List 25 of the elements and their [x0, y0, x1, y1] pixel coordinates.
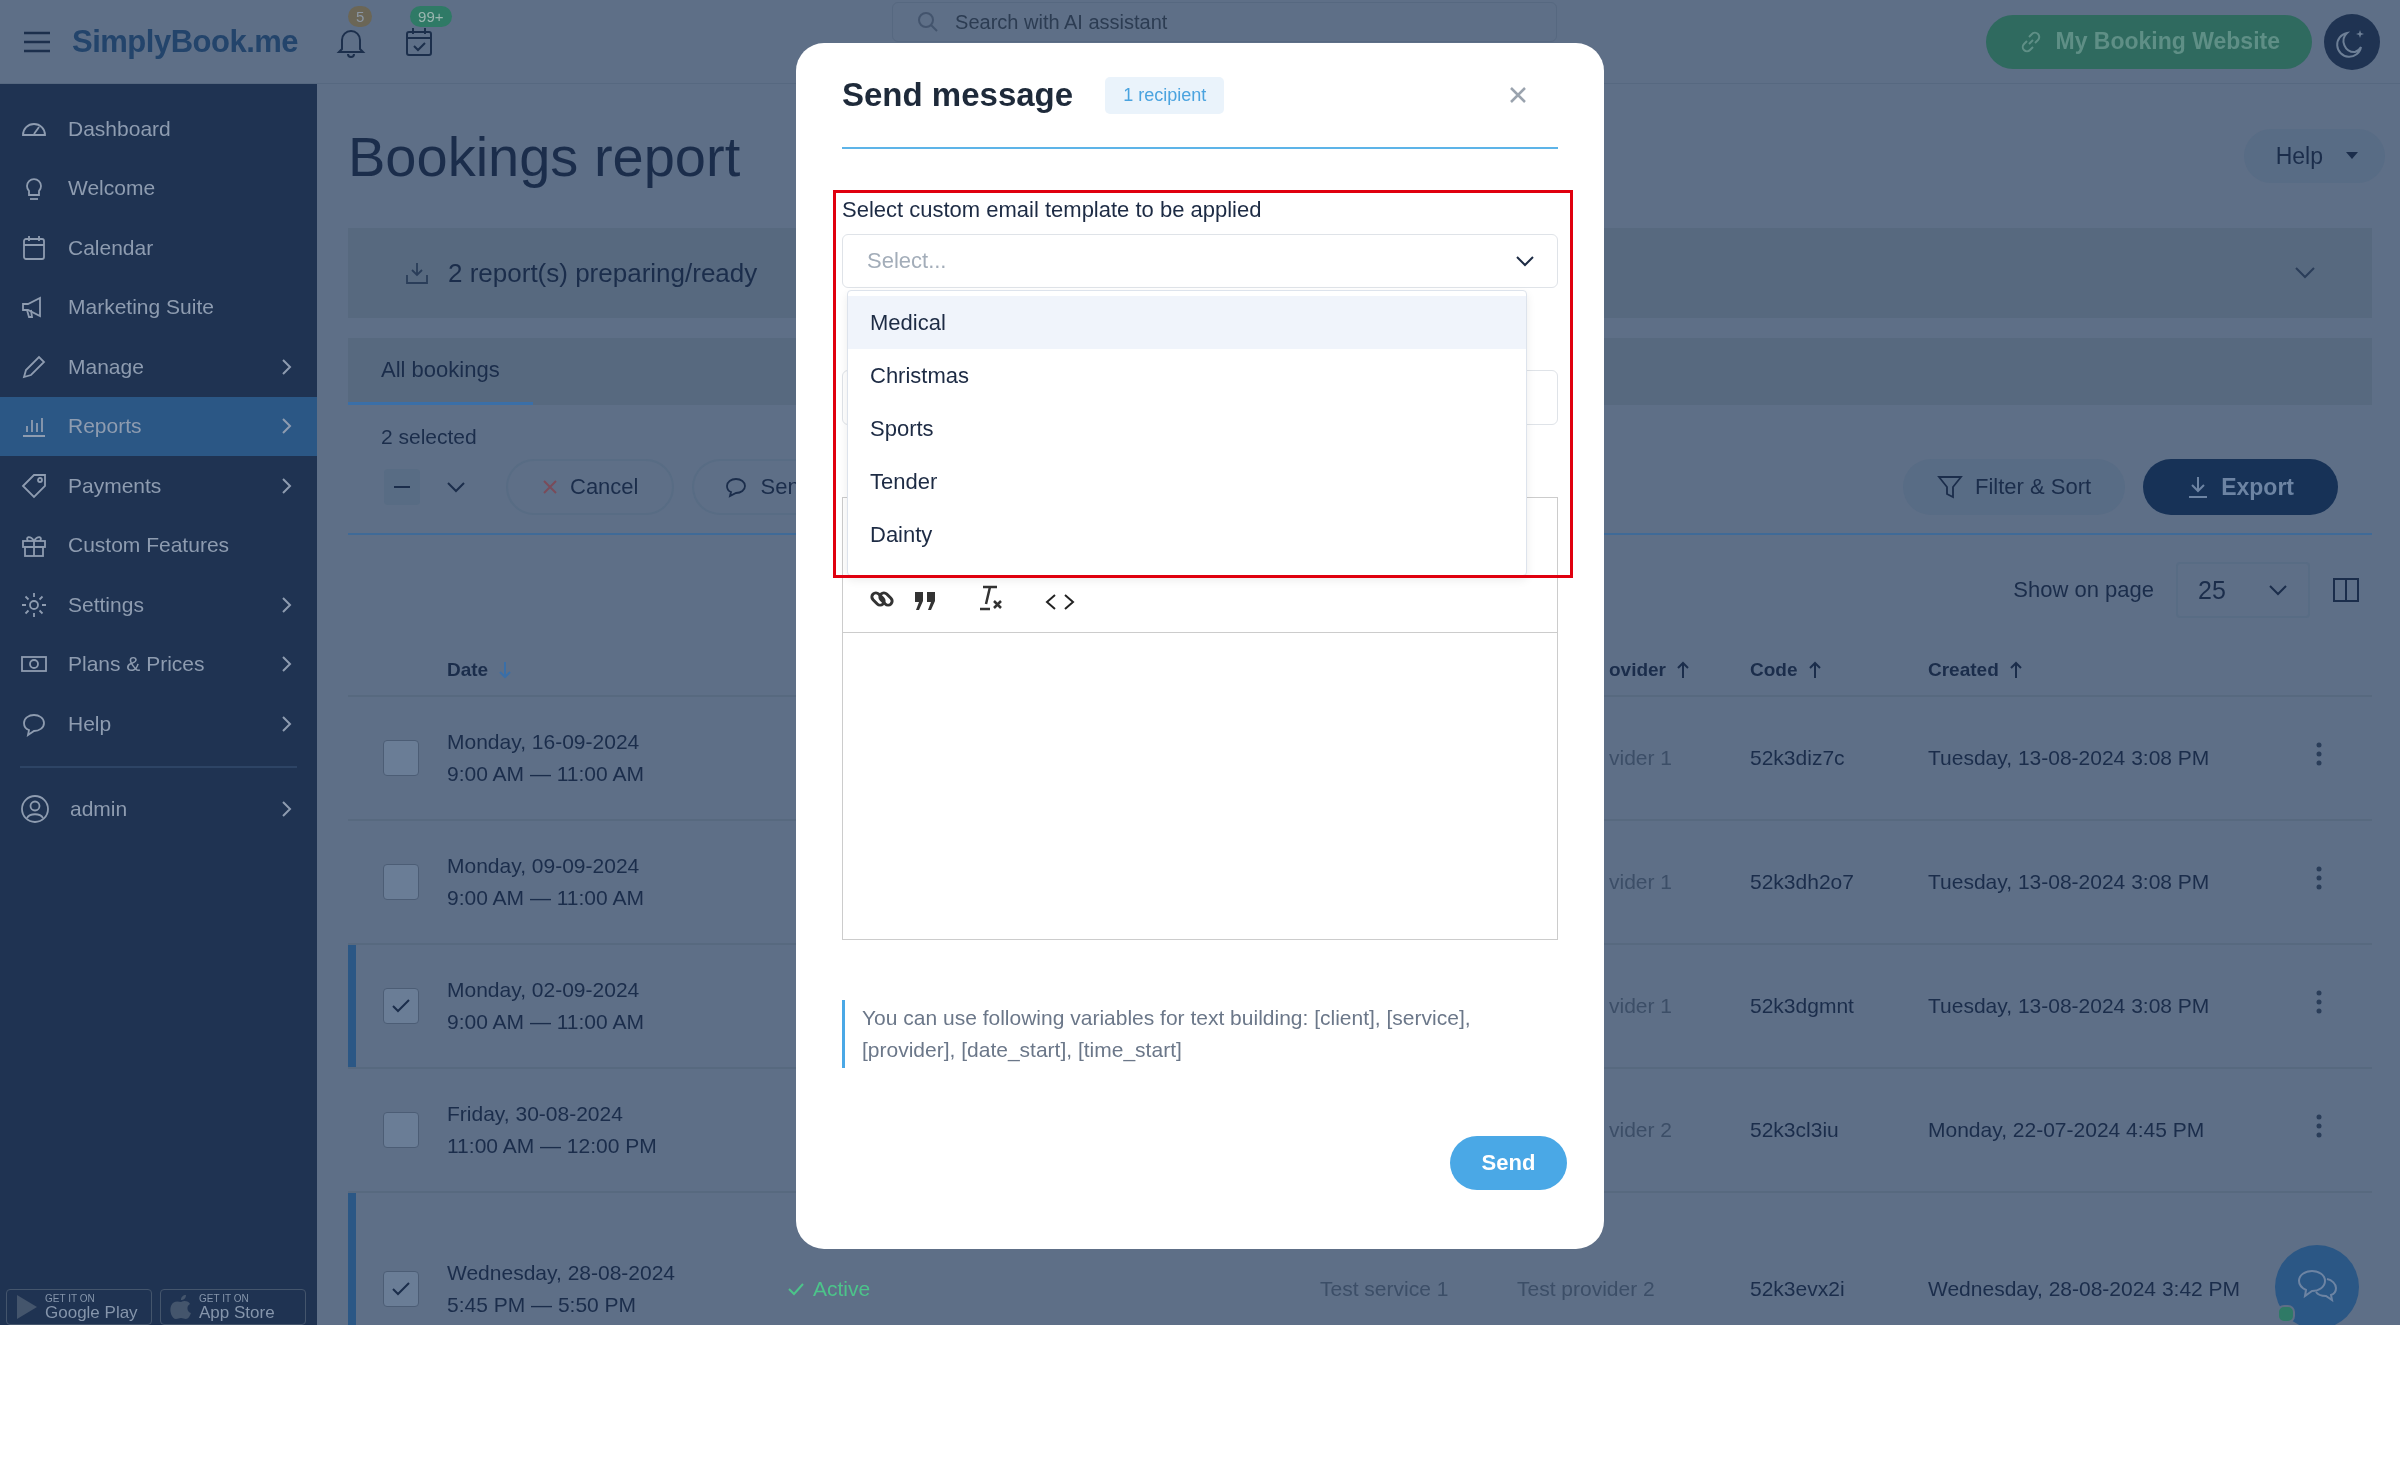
code-cell: 52k3cl3iu	[1750, 1118, 1839, 1141]
variables-hint: You can use following variables for text building: [client], [service], [provider], [date_start], [time_start]	[842, 1000, 1558, 1068]
code-cell: 52k3dh2o7	[1750, 870, 1854, 893]
page-title: Bookings report	[348, 123, 742, 189]
recipient-badge: 1 recipient	[1105, 76, 1225, 114]
date-cell-text: Monday, 02-09-2024 9:00 AM — 11:00 AM	[447, 977, 645, 1035]
code-cell: 52k3evx2i	[1750, 1277, 1845, 1300]
created-cell: Monday, 22-07-2024 4:45 PM	[1928, 1118, 2205, 1141]
dialog-title: Send message	[842, 76, 1074, 114]
date-cell-text: Wednesday, 28-08-2024 5:45 PM — 5:50 PM	[447, 1260, 677, 1318]
template-label: Select custom email template to be applied	[842, 197, 1263, 224]
code-cell: 52k3dgmnt	[1750, 994, 1854, 1017]
date-cell-text: Monday, 16-09-2024 9:00 AM — 11:00 AM	[447, 729, 645, 787]
created-cell: Tuesday, 13-08-2024 3:08 PM	[1928, 870, 2210, 893]
notification-badge: 5	[348, 5, 373, 27]
status-label: Active	[787, 1273, 871, 1305]
calendar-badge: 99+	[410, 5, 452, 27]
selection-count: 2 selected	[381, 425, 477, 450]
code-cell: 52k3diz7c	[1750, 746, 1845, 769]
date-cell-text: Monday, 09-09-2024 9:00 AM — 11:00 AM	[447, 853, 645, 911]
date-cell-text: Friday, 30-08-2024 11:00 AM — 12:00 PM	[447, 1101, 658, 1159]
page-size-label: Show on page	[2013, 577, 2154, 603]
created-cell: Tuesday, 13-08-2024 3:08 PM	[1928, 746, 2210, 769]
created-cell: Tuesday, 13-08-2024 3:08 PM	[1928, 994, 2210, 1017]
created-cell: Wednesday, 28-08-2024 3:42 PM	[1928, 1277, 2241, 1300]
